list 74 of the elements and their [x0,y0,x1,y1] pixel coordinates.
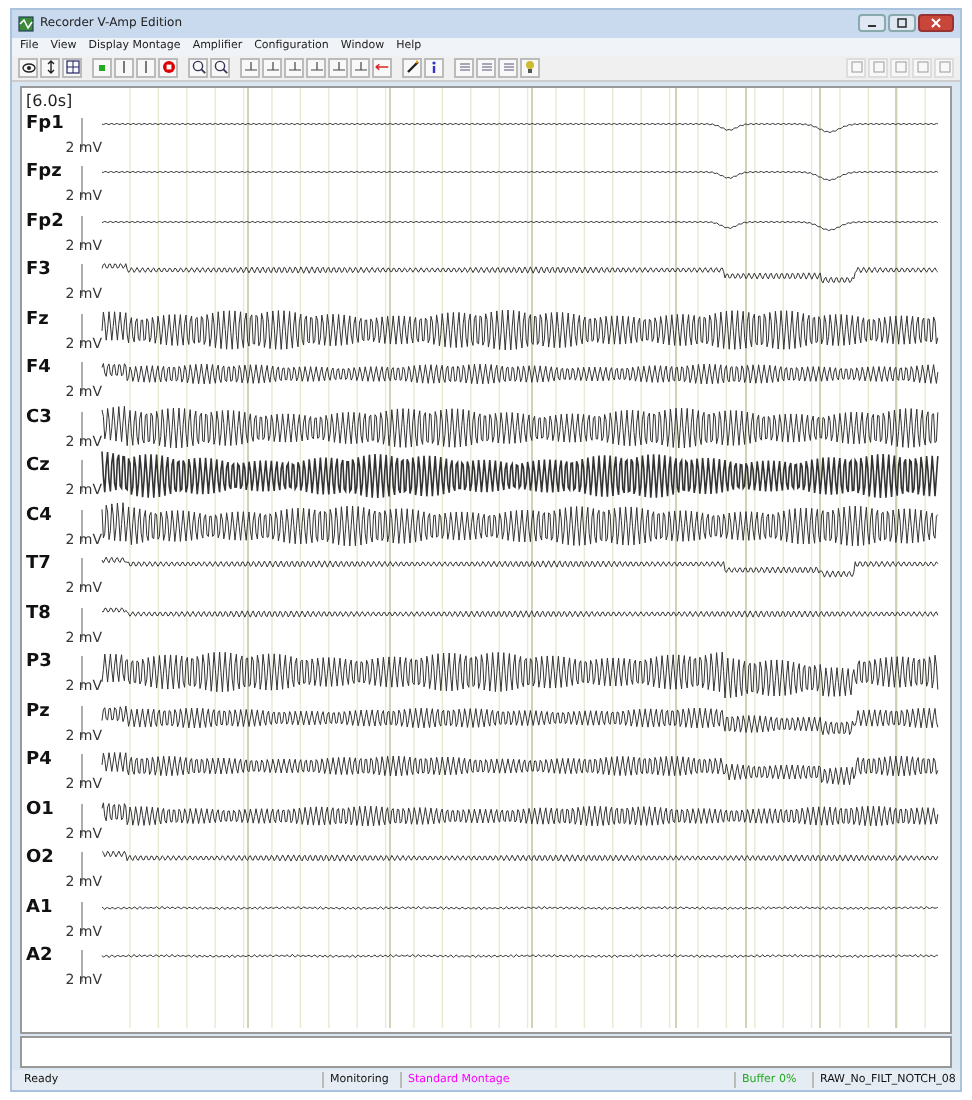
bar-icon [118,60,130,75]
list-icon [457,60,471,75]
toolbar-button[interactable] [402,57,422,78]
scale-bar [80,117,84,150]
scale-bar [80,411,84,444]
channel-label: Fpz [26,162,62,185]
list-icon [501,60,515,75]
app-icon [18,15,34,32]
channel-label: T7 [26,554,51,577]
scale-icon [331,60,345,75]
toolbar-button[interactable] [210,57,230,78]
channel-label: C3 [26,407,52,430]
info-icon [430,60,438,75]
close-button[interactable] [918,14,954,33]
channel-label: P4 [26,750,52,773]
toolbar-button[interactable] [40,57,60,78]
channel-label: Fz [26,309,49,332]
pencil-icon [405,60,419,75]
bulb-icon [524,60,536,75]
maximize-icon [896,18,908,29]
channel-label: Fp2 [26,211,64,234]
channel-label: O2 [26,848,54,871]
channel-label: F3 [26,260,51,283]
scale-bar [80,901,84,934]
channel-label: Fp1 [26,113,64,136]
scale-icon [287,60,301,75]
channel-label: Pz [26,701,50,724]
scale-icon [265,60,279,75]
arrow-icon [374,60,390,75]
scale-bar [80,313,84,346]
bar-icon [140,60,152,75]
stop-icon [161,60,175,75]
maximize-button[interactable] [888,14,916,33]
scale-icon [243,60,257,75]
scale-icon [309,60,323,75]
scale-bar [80,754,84,787]
scale-bar [80,509,84,542]
channel-label: T8 [26,603,51,626]
toolbar-button[interactable] [424,57,444,78]
scale-bar [80,852,84,885]
close-icon [930,18,942,29]
play-icon [96,61,108,74]
zoom-out-icon [213,60,227,75]
toolbar-button[interactable] [520,57,540,78]
channel-label: O1 [26,799,54,822]
scale-bar [80,264,84,297]
channel-label: P3 [26,652,52,675]
minimize-icon [866,19,878,28]
channel-label: A1 [26,897,53,920]
scale-icon [353,60,367,75]
scale-bar [80,656,84,689]
list-icon [479,60,493,75]
scale-bar [80,607,84,640]
scale-bar [80,950,84,983]
scale-bar [80,166,84,199]
zoom-in-icon [191,60,205,75]
channel-label: A2 [26,946,53,969]
scale-bar [80,803,84,836]
arrows-icon [45,60,55,75]
toolbar-button[interactable] [62,57,82,78]
channel-label: Cz [26,456,50,479]
grid-icon [65,60,79,75]
time-scale-label: [6.0s] [24,89,75,114]
scale-bar [80,705,84,738]
scale-bar [80,460,84,493]
channel-label: C4 [26,505,52,528]
channel-label: F4 [26,358,51,381]
toolbar-button[interactable] [188,57,208,78]
scale-bar [80,215,84,248]
toolbar-button[interactable] [18,57,38,78]
eye-icon [21,61,35,74]
minimize-button[interactable] [858,14,886,33]
scale-bar [80,558,84,591]
scale-bar [80,362,84,395]
